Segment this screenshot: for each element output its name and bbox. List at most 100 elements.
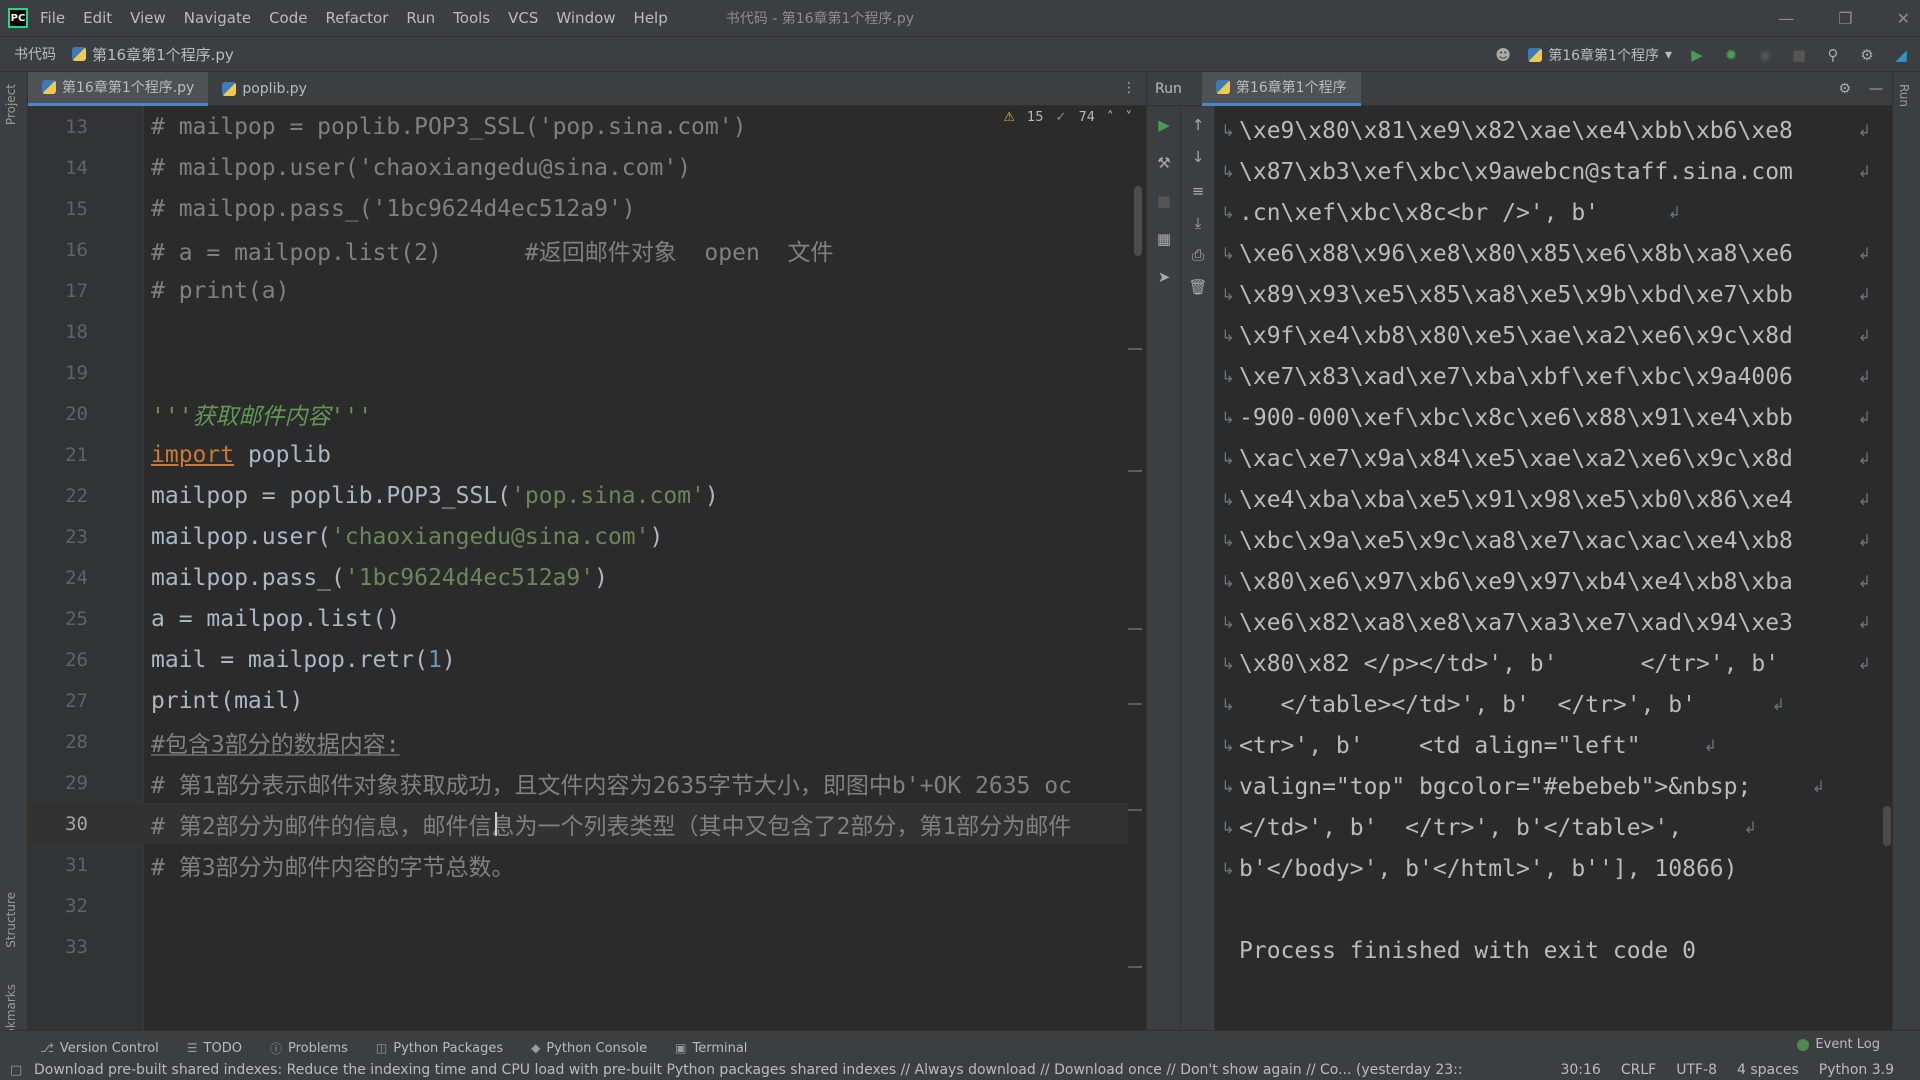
status-message[interactable]: Download pre-built shared indexes: Reduc… [34, 1062, 1534, 1078]
console-line: ↳ \xbc\x9a\xe5\x9c\xa8\xe7\xac\xac\xe4\x… [1217, 520, 1877, 561]
code-line: 25 a = mailpop.list() [28, 598, 1128, 639]
debug-icon[interactable]: ✹ [1722, 46, 1740, 64]
console-line: ↳ \xe4\xba\xba\xe5\x91\x98\xe5\xb0\x86\x… [1217, 479, 1877, 520]
layout-icon[interactable]: ▦ [1155, 230, 1173, 248]
python-console-tab[interactable]: ◆ Python Console [531, 1041, 647, 1056]
menu-vcs[interactable]: VCS [508, 9, 538, 27]
trash-icon[interactable]: 🗑 [1188, 278, 1207, 296]
arrow-down-icon[interactable]: ↓ [1189, 148, 1207, 166]
string-token: 'pop.sina.com' [511, 482, 705, 509]
wrap-continuation-icon: ↳ [1221, 162, 1235, 181]
wrap-continuation-icon: ↳ [1221, 654, 1235, 673]
stop-icon[interactable]: ■ [1155, 192, 1173, 210]
python-file-icon [1215, 80, 1230, 94]
indent-setting[interactable]: 4 spaces [1737, 1062, 1799, 1078]
console-text: valign="top" bgcolor="#ebebeb">&nbsp; [1239, 773, 1752, 800]
menu-file[interactable]: File [40, 9, 65, 27]
version-control-tab[interactable]: ⎇ Version Control [40, 1041, 159, 1056]
structure-tool-button[interactable]: Structure [4, 892, 18, 948]
code-text: # mailpop = poplib.POP3_SSL('pop.sina.co… [151, 113, 747, 140]
event-log-label: Event Log [1815, 1037, 1880, 1052]
console-text: \xac\xe7\x9a\x84\xe5\xae\xa2\xe6\x9c\x8d [1239, 445, 1793, 472]
run-icon[interactable]: ▶ [1688, 46, 1706, 64]
menu-view[interactable]: View [130, 9, 166, 27]
console-line: ↳ \xe6\x88\x96\xe8\x80\x85\xe6\x8b\xa8\x… [1217, 233, 1877, 274]
console-line: ↳ -900-000\xef\xbc\x8c\xe6\x88\x91\xe4\x… [1217, 397, 1877, 438]
console-text: \x87\xb3\xef\xbc\x9awebcn@staff.sina.com [1239, 158, 1793, 185]
wrap-continuation-icon: ↳ [1221, 531, 1235, 550]
close-icon[interactable]: ✕ [1897, 9, 1910, 28]
console-line: ↳ \xac\xe7\x9a\x84\xe5\xae\xa2\xe6\x9c\x… [1217, 438, 1877, 479]
console-text: </table></td>', b' </tr>', b' [1239, 691, 1696, 718]
user-icon[interactable]: ☻ [1494, 46, 1512, 64]
console-scrollbar[interactable] [1883, 806, 1891, 846]
run-tool-button[interactable]: Run [1897, 84, 1911, 107]
more-tabs-icon[interactable]: ⋮ [1122, 80, 1136, 96]
menu-edit[interactable]: Edit [83, 9, 112, 27]
menu-help[interactable]: Help [634, 9, 668, 27]
hide-panel-icon[interactable]: — [1869, 81, 1883, 97]
event-log-tab[interactable]: Event Log [1797, 1037, 1880, 1052]
wrap-icon: ↲ [1811, 777, 1825, 796]
file-encoding[interactable]: UTF-8 [1676, 1062, 1717, 1078]
pin-icon[interactable]: ➤ [1155, 268, 1173, 286]
update-icon[interactable]: ◢ [1892, 46, 1910, 64]
menu-navigate[interactable]: Navigate [184, 9, 251, 27]
run-toolbar-secondary: ↑ ↓ ≡ ⤓ ⎙ 🗑 [1181, 106, 1215, 1030]
line-number: 32 [65, 894, 88, 917]
stop-icon[interactable]: ■ [1790, 46, 1808, 64]
menu-refactor[interactable]: Refactor [325, 9, 388, 27]
layout-toggle-icon[interactable]: □ [10, 1063, 22, 1078]
search-icon[interactable]: ⚲ [1824, 46, 1842, 64]
line-number: 15 [65, 197, 88, 220]
terminal-tab[interactable]: ▣ Terminal [675, 1041, 747, 1056]
code-editor[interactable]: ⚠ 15 ✓ 74 ˄ ˅ 13 # mailpop = poplib.POP3… [28, 106, 1146, 1030]
console-line: ↳ \xe6\x82\xa8\xe8\xa7\xa3\xe7\xad\x94\x… [1217, 602, 1877, 643]
wrap-icon: ↲ [1857, 285, 1871, 304]
scroll-marker [1128, 703, 1142, 705]
editor-tab-poplib[interactable]: poplib.py [208, 72, 321, 106]
interpreter-selector[interactable]: Python 3.9 [1819, 1062, 1894, 1078]
branch-icon: ⎇ [40, 1041, 54, 1055]
menu-code[interactable]: Code [269, 9, 307, 27]
rerun-icon[interactable]: ▶ [1155, 116, 1173, 134]
menu-bar: PC File Edit View Navigate Code Refactor… [0, 0, 1920, 36]
minimize-icon[interactable]: — [1778, 9, 1794, 28]
run-tab[interactable]: 第16章第1个程序 [1201, 71, 1361, 106]
restore-icon[interactable]: ❐ [1838, 9, 1852, 28]
menu-window[interactable]: Window [556, 9, 615, 27]
scroll-marker [1128, 809, 1142, 811]
console-output[interactable]: ↳ \xe9\x80\x81\xe9\x82\xae\xe4\xbb\xb6\x… [1217, 106, 1893, 1030]
coverage-icon[interactable]: ◉ [1756, 46, 1774, 64]
line-number: 16 [65, 238, 88, 261]
editor-tab-main[interactable]: 第16章第1个程序.py [28, 71, 209, 106]
todo-tab[interactable]: ☰ TODO [187, 1041, 242, 1056]
package-icon: ◫ [375, 1041, 388, 1055]
menu-run[interactable]: Run [406, 9, 435, 27]
scroll-marker [1128, 966, 1142, 968]
wrench-icon[interactable]: ⚒ [1155, 154, 1173, 172]
breadcrumb-file[interactable]: 第16章第1个程序.py [72, 44, 234, 65]
editor-scrollbar[interactable] [1134, 186, 1142, 256]
gear-icon[interactable]: ⚙ [1858, 46, 1876, 64]
code-line: 21 import poplib [28, 434, 1128, 475]
caret-position[interactable]: 30:16 [1560, 1062, 1600, 1078]
soft-wrap-icon[interactable]: ≡ [1189, 182, 1207, 200]
run-config-selector[interactable]: 第16章第1个程序 ▾ [1528, 45, 1672, 65]
code-line: 22 mailpop = poplib.POP3_SSL('pop.sina.c… [28, 475, 1128, 516]
line-separator[interactable]: CRLF [1621, 1062, 1656, 1078]
python-packages-tab[interactable]: ◫ Python Packages [376, 1041, 503, 1056]
breadcrumb-project[interactable]: 书代码 [14, 44, 56, 64]
line-number: 26 [65, 648, 88, 671]
line-number: 22 [65, 484, 88, 507]
scroll-to-end-icon[interactable]: ⤓ [1189, 214, 1207, 232]
gear-icon[interactable]: ⚙ [1838, 81, 1851, 97]
project-tool-button[interactable]: Project [4, 84, 18, 125]
tab-label: Python Packages [393, 1040, 504, 1056]
problems-tab[interactable]: ⓘ Problems [270, 1040, 348, 1057]
wrap-continuation-icon: ↳ [1221, 818, 1235, 837]
menu-tools[interactable]: Tools [453, 9, 490, 27]
print-icon[interactable]: ⎙ [1189, 246, 1207, 264]
arrow-up-icon[interactable]: ↑ [1189, 116, 1207, 134]
code-text: # 第1部分表示邮件对象获取成功，且文件内容为2635字节大小，即图中b'+OK… [151, 772, 1072, 799]
